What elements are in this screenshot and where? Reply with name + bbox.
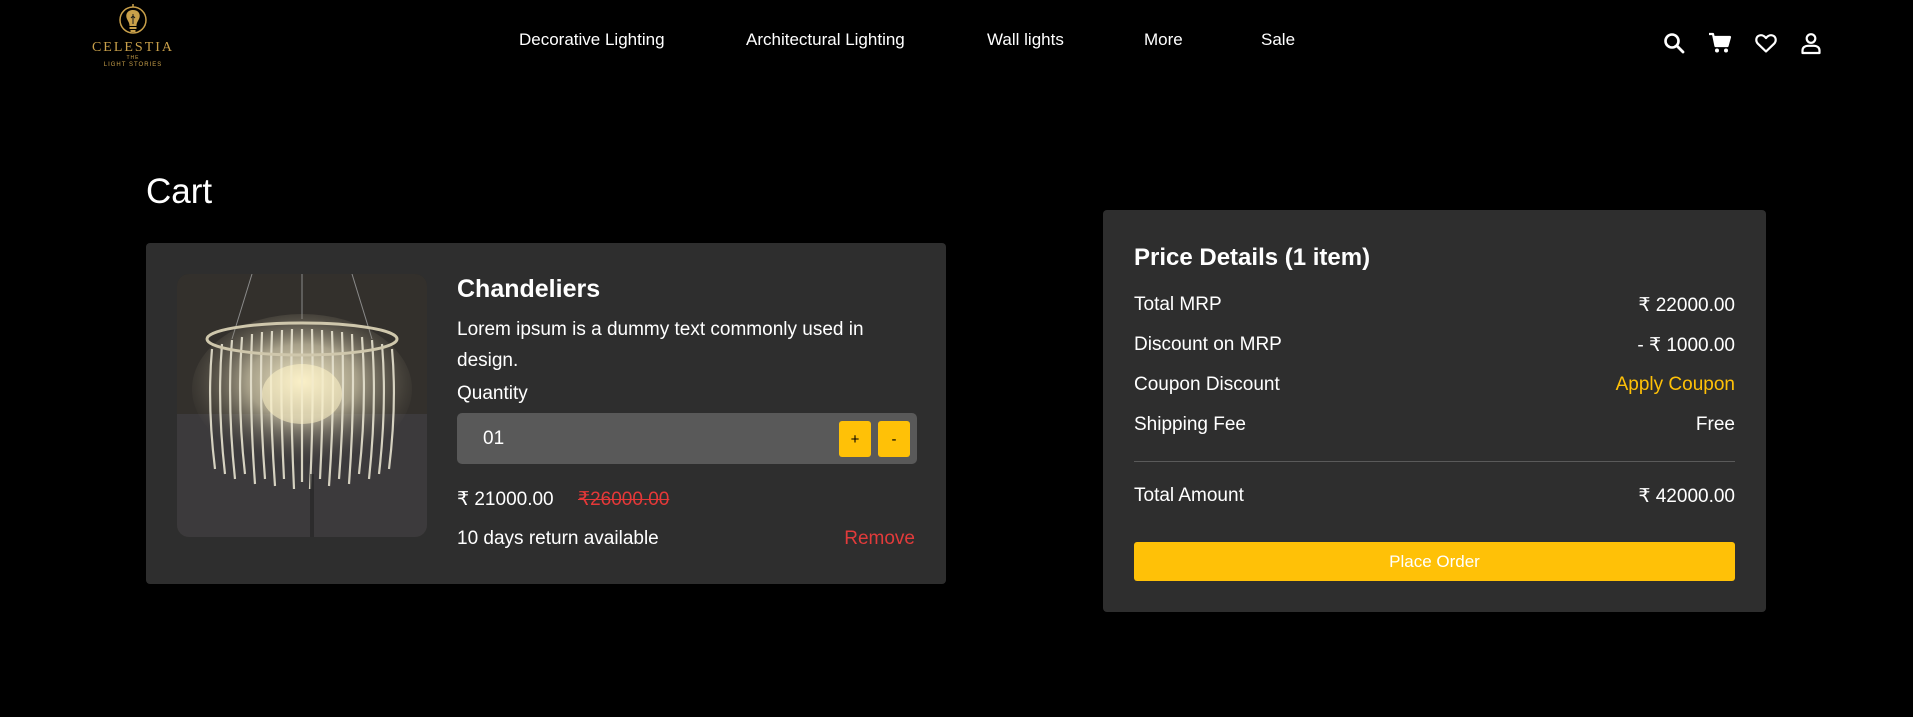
user-icon[interactable]	[1799, 31, 1823, 55]
price-details-title: Price Details (1 item)	[1134, 244, 1371, 271]
heart-icon[interactable]	[1754, 31, 1778, 55]
price-row-label: Coupon Discount	[1134, 374, 1280, 395]
price-row-total-mrp: Total MRP ₹ 22000.00	[1134, 294, 1735, 320]
price-row-discount: Discount on MRP - ₹ 1000.00	[1134, 334, 1735, 360]
quantity-input[interactable]	[457, 413, 837, 464]
place-order-button[interactable]: Place Order	[1134, 542, 1735, 581]
price-details-card: Price Details (1 item) Total MRP ₹ 22000…	[1103, 210, 1766, 612]
return-info: 10 days return available	[457, 528, 659, 549]
nav-item-decorative-lighting[interactable]: Decorative Lighting	[519, 30, 665, 50]
apply-coupon-link[interactable]: Apply Coupon	[1616, 374, 1735, 396]
product-name[interactable]: Chandeliers	[457, 275, 600, 304]
price-row-label: Total MRP	[1134, 294, 1222, 315]
price-row-value: ₹ 22000.00	[1638, 295, 1735, 316]
cart-item-card: Chandeliers Lorem ipsum is a dummy text …	[146, 243, 946, 584]
product-original-price: ₹26000.00	[578, 489, 670, 510]
price-row-label: Discount on MRP	[1134, 334, 1282, 355]
price-row-value: Free	[1695, 414, 1735, 435]
remove-button[interactable]: Remove	[844, 528, 915, 550]
product-price: ₹ 21000.00	[457, 489, 554, 510]
page-title: Cart	[146, 172, 213, 211]
nav-item-sale[interactable]: Sale	[1261, 30, 1295, 50]
price-divider	[1134, 461, 1735, 462]
price-row-label: Shipping Fee	[1134, 414, 1246, 435]
price-row-total-amount: Total Amount ₹ 42000.00	[1134, 485, 1735, 511]
total-amount-value: ₹ 42000.00	[1638, 486, 1735, 507]
bulb-logo-icon	[119, 4, 147, 34]
cart-icon[interactable]	[1708, 31, 1732, 55]
brand-logo[interactable]: CELESTIA THE LIGHT STORIES	[86, 4, 180, 86]
chandelier-image	[177, 274, 427, 537]
search-icon[interactable]	[1662, 31, 1686, 55]
brand-tagline: LIGHT STORIES	[103, 62, 163, 68]
quantity-minus-button[interactable]: -	[878, 421, 910, 457]
product-description: Lorem ipsum is a dummy text commonly use…	[457, 319, 864, 371]
total-amount-label: Total Amount	[1134, 485, 1244, 506]
nav-item-wall-lights[interactable]: Wall lights	[987, 30, 1064, 50]
price-row-value: - ₹ 1000.00	[1637, 335, 1735, 356]
nav-item-architectural-lighting[interactable]: Architectural Lighting	[746, 30, 905, 50]
site-header: CELESTIA THE LIGHT STORIES Decorative Li…	[0, 0, 1913, 86]
price-row-shipping: Shipping Fee Free	[1134, 414, 1735, 440]
price-row-coupon: Coupon Discount Apply Coupon	[1134, 374, 1735, 400]
quantity-label: Quantity	[457, 383, 528, 404]
brand-name: CELESTIA	[91, 40, 175, 55]
quantity-plus-button[interactable]: +	[839, 421, 871, 457]
nav-item-more[interactable]: More	[1144, 30, 1183, 50]
product-image[interactable]	[177, 274, 427, 537]
quantity-stepper: + -	[457, 413, 917, 464]
